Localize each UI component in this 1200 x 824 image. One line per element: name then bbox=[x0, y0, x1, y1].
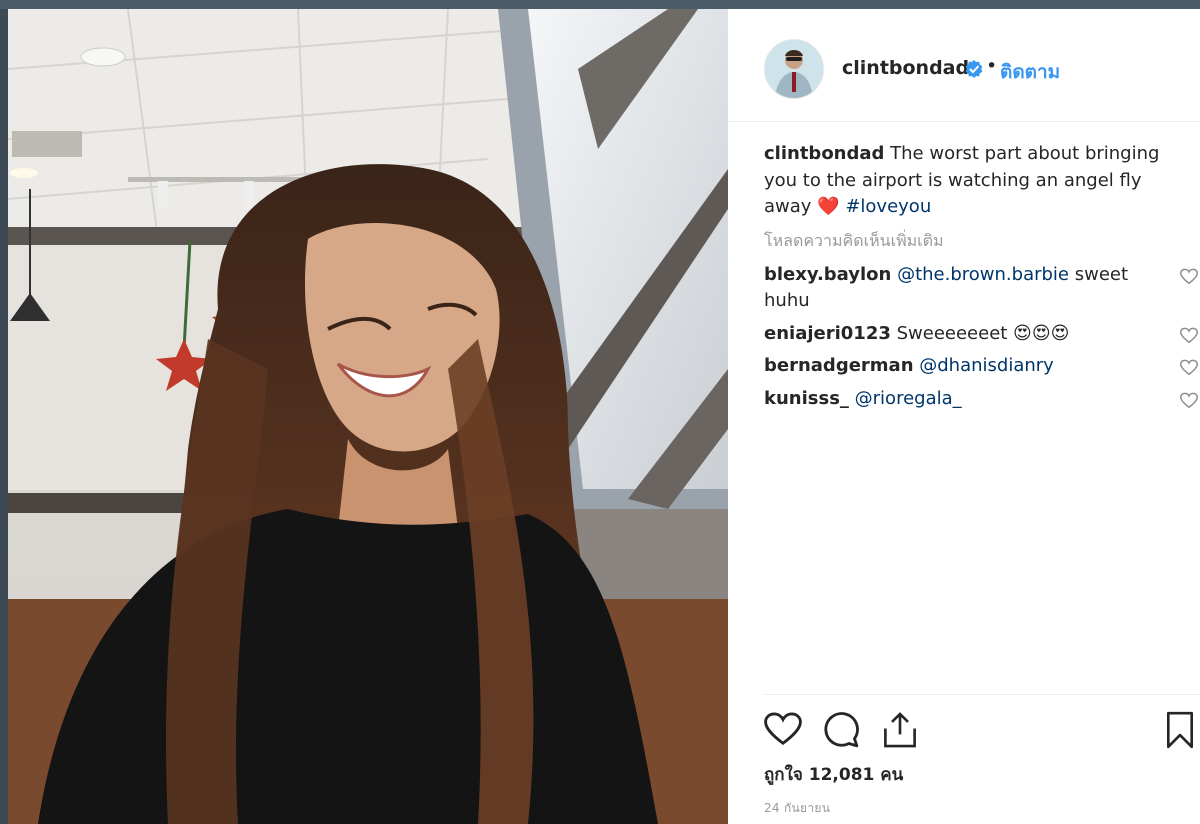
post-caption: clintbondad The worst part about bringin… bbox=[764, 141, 1194, 221]
post-date[interactable]: 24 กันยายน bbox=[764, 799, 830, 818]
post-photo[interactable] bbox=[8, 9, 728, 824]
load-more-comments-link[interactable]: โหลดความคิดเห็นเพิ่มเติม bbox=[764, 229, 1194, 254]
comment-item: bernadgerman @dhanisdianry bbox=[764, 353, 1198, 380]
comment-username[interactable]: kunisss_ bbox=[764, 388, 849, 409]
avatar-image bbox=[765, 40, 823, 98]
post-author-username[interactable]: clintbondad bbox=[842, 57, 969, 79]
avatar[interactable] bbox=[764, 39, 824, 99]
comment-like-heart-icon[interactable] bbox=[1180, 327, 1198, 344]
actions-divider bbox=[764, 694, 1200, 695]
comment-item: blexy.baylon @the.brown.barbie sweet huh… bbox=[764, 262, 1198, 315]
comment-item: eniajeri0123 Sweeeeeeet 😍😍😍 bbox=[764, 321, 1198, 348]
comment-bubble-icon[interactable] bbox=[822, 711, 860, 749]
follow-button[interactable]: ติดตาม bbox=[1000, 57, 1060, 87]
caption-username[interactable]: clintbondad bbox=[764, 143, 884, 164]
comment-like-heart-icon[interactable] bbox=[1180, 268, 1198, 285]
comment-mention[interactable]: @the.brown.barbie bbox=[897, 264, 1069, 285]
comment-like-heart-icon[interactable] bbox=[1180, 392, 1198, 409]
heart-icon[interactable] bbox=[764, 711, 802, 747]
browser-top-strip bbox=[0, 0, 1200, 9]
post-side-panel: clintbondad • ติดตาม clintbondad The wor… bbox=[728, 9, 1200, 824]
comment-text: Sweeeeeeet 😍😍😍 bbox=[896, 322, 1070, 344]
caption-heart-emoji: ❤️ bbox=[817, 196, 840, 217]
post-header: clintbondad • ติดตาม bbox=[728, 9, 1200, 122]
share-icon[interactable] bbox=[882, 711, 918, 749]
comment-username[interactable]: blexy.baylon bbox=[764, 264, 891, 285]
likes-count[interactable]: ถูกใจ 12,081 คน bbox=[764, 761, 903, 788]
comment-mention[interactable]: @rioregala_ bbox=[855, 388, 962, 409]
post-photo-illustration bbox=[8, 9, 728, 824]
bookmark-icon[interactable] bbox=[1164, 711, 1196, 749]
comments-section: clintbondad The worst part about bringin… bbox=[764, 141, 1198, 413]
comment-username[interactable]: eniajeri0123 bbox=[764, 323, 891, 344]
caption-hashtag[interactable]: #loveyou bbox=[845, 196, 931, 217]
comment-like-heart-icon[interactable] bbox=[1180, 359, 1198, 376]
verified-badge-icon bbox=[965, 60, 983, 78]
comment-username[interactable]: bernadgerman bbox=[764, 355, 914, 376]
comment-item: kunisss_ @rioregala_ bbox=[764, 386, 1198, 413]
comment-mention[interactable]: @dhanisdianry bbox=[919, 355, 1054, 376]
header-separator: • bbox=[986, 55, 998, 77]
